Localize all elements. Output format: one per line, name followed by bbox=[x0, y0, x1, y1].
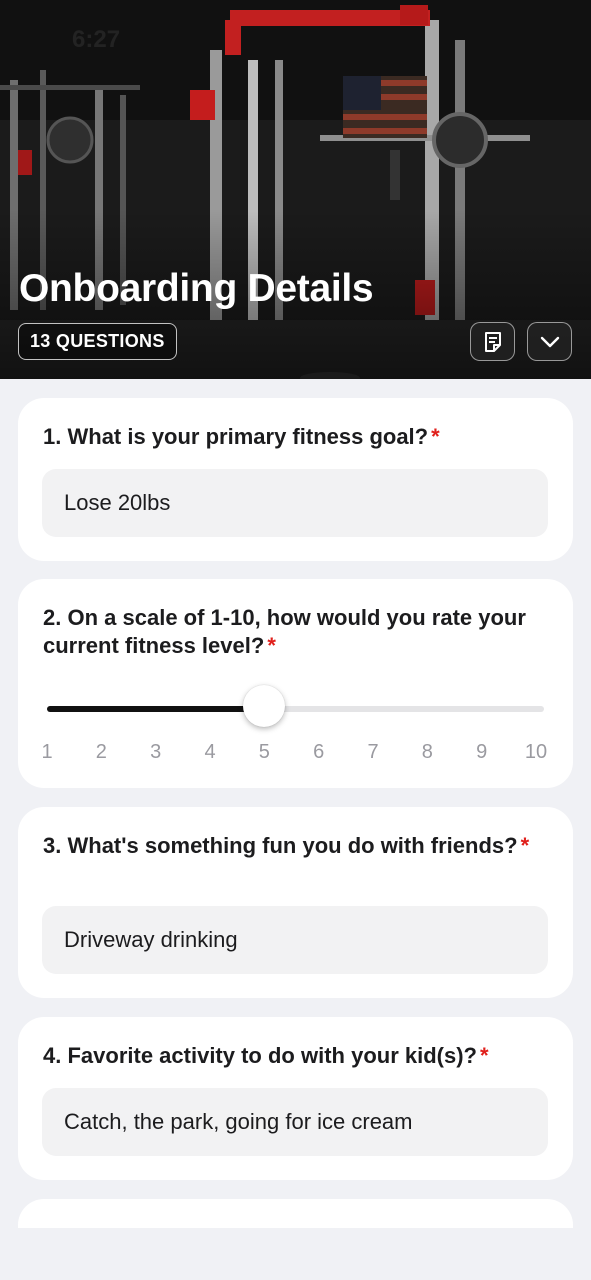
scale-label: 9 bbox=[476, 741, 488, 763]
scale-label: 5 bbox=[258, 741, 270, 763]
question-count-badge: 13 QUESTIONS bbox=[18, 323, 177, 360]
required-asterisk: * bbox=[267, 633, 276, 658]
page-title: Onboarding Details bbox=[19, 267, 374, 310]
required-asterisk: * bbox=[479, 1043, 489, 1068]
scale-label: 6 bbox=[313, 741, 325, 763]
scale-label: 1 bbox=[41, 741, 53, 763]
notes-button[interactable] bbox=[470, 322, 515, 361]
status-time: 6:27 bbox=[72, 26, 121, 53]
rating-slider-track[interactable] bbox=[47, 706, 544, 712]
collapse-button[interactable] bbox=[527, 322, 572, 361]
scale-label: 3 bbox=[150, 741, 162, 763]
question-title: 1. What is your primary fitness goal? * bbox=[43, 423, 548, 451]
chevron-down-icon bbox=[540, 336, 559, 347]
required-asterisk: * bbox=[431, 424, 440, 449]
question-title: 3. What's something fun you do with frie… bbox=[43, 832, 548, 860]
answer-field[interactable]: Catch, the park, going for ice cream bbox=[42, 1088, 548, 1156]
question-card-4: 4. Favorite activity to do with your kid… bbox=[18, 1017, 573, 1180]
question-number: 3. bbox=[43, 833, 62, 858]
answer-field[interactable]: Driveway drinking bbox=[42, 906, 548, 974]
notes-icon bbox=[484, 331, 501, 352]
question-text: Favorite activity to do with your kid(s)… bbox=[67, 1043, 477, 1068]
rating-slider-fill bbox=[47, 706, 265, 712]
scale-label: 10 bbox=[524, 741, 548, 763]
answer-field[interactable]: Lose 20lbs bbox=[42, 469, 548, 537]
question-title: 4. Favorite activity to do with your kid… bbox=[43, 1042, 548, 1070]
question-card-1: 1. What is your primary fitness goal? * L… bbox=[18, 398, 573, 561]
question-text: What is your primary fitness goal? bbox=[67, 424, 429, 449]
question-card-3: 3. What's something fun you do with frie… bbox=[18, 807, 573, 998]
scale-label: 8 bbox=[421, 741, 433, 763]
question-number: 2. bbox=[43, 605, 62, 630]
scale-label: 2 bbox=[95, 741, 107, 763]
header-hero: 6:27 Onboarding Details 13 QUESTIONS bbox=[0, 0, 591, 379]
question-number: 4. bbox=[43, 1043, 62, 1068]
rating-slider-thumb[interactable] bbox=[243, 685, 286, 727]
question-title: 2. On a scale of 1-10, how would you rat… bbox=[43, 604, 548, 660]
scale-label: 4 bbox=[204, 741, 216, 763]
required-asterisk: * bbox=[520, 833, 530, 858]
question-text: On a scale of 1-10, how would you rate y… bbox=[43, 605, 526, 658]
question-card-2: 2. On a scale of 1-10, how would you rat… bbox=[18, 579, 573, 788]
scale-label: 7 bbox=[367, 741, 379, 763]
bottom-edge bbox=[0, 1228, 591, 1280]
question-text: What's something fun you do with friends… bbox=[67, 833, 518, 858]
question-number: 1. bbox=[43, 424, 62, 449]
